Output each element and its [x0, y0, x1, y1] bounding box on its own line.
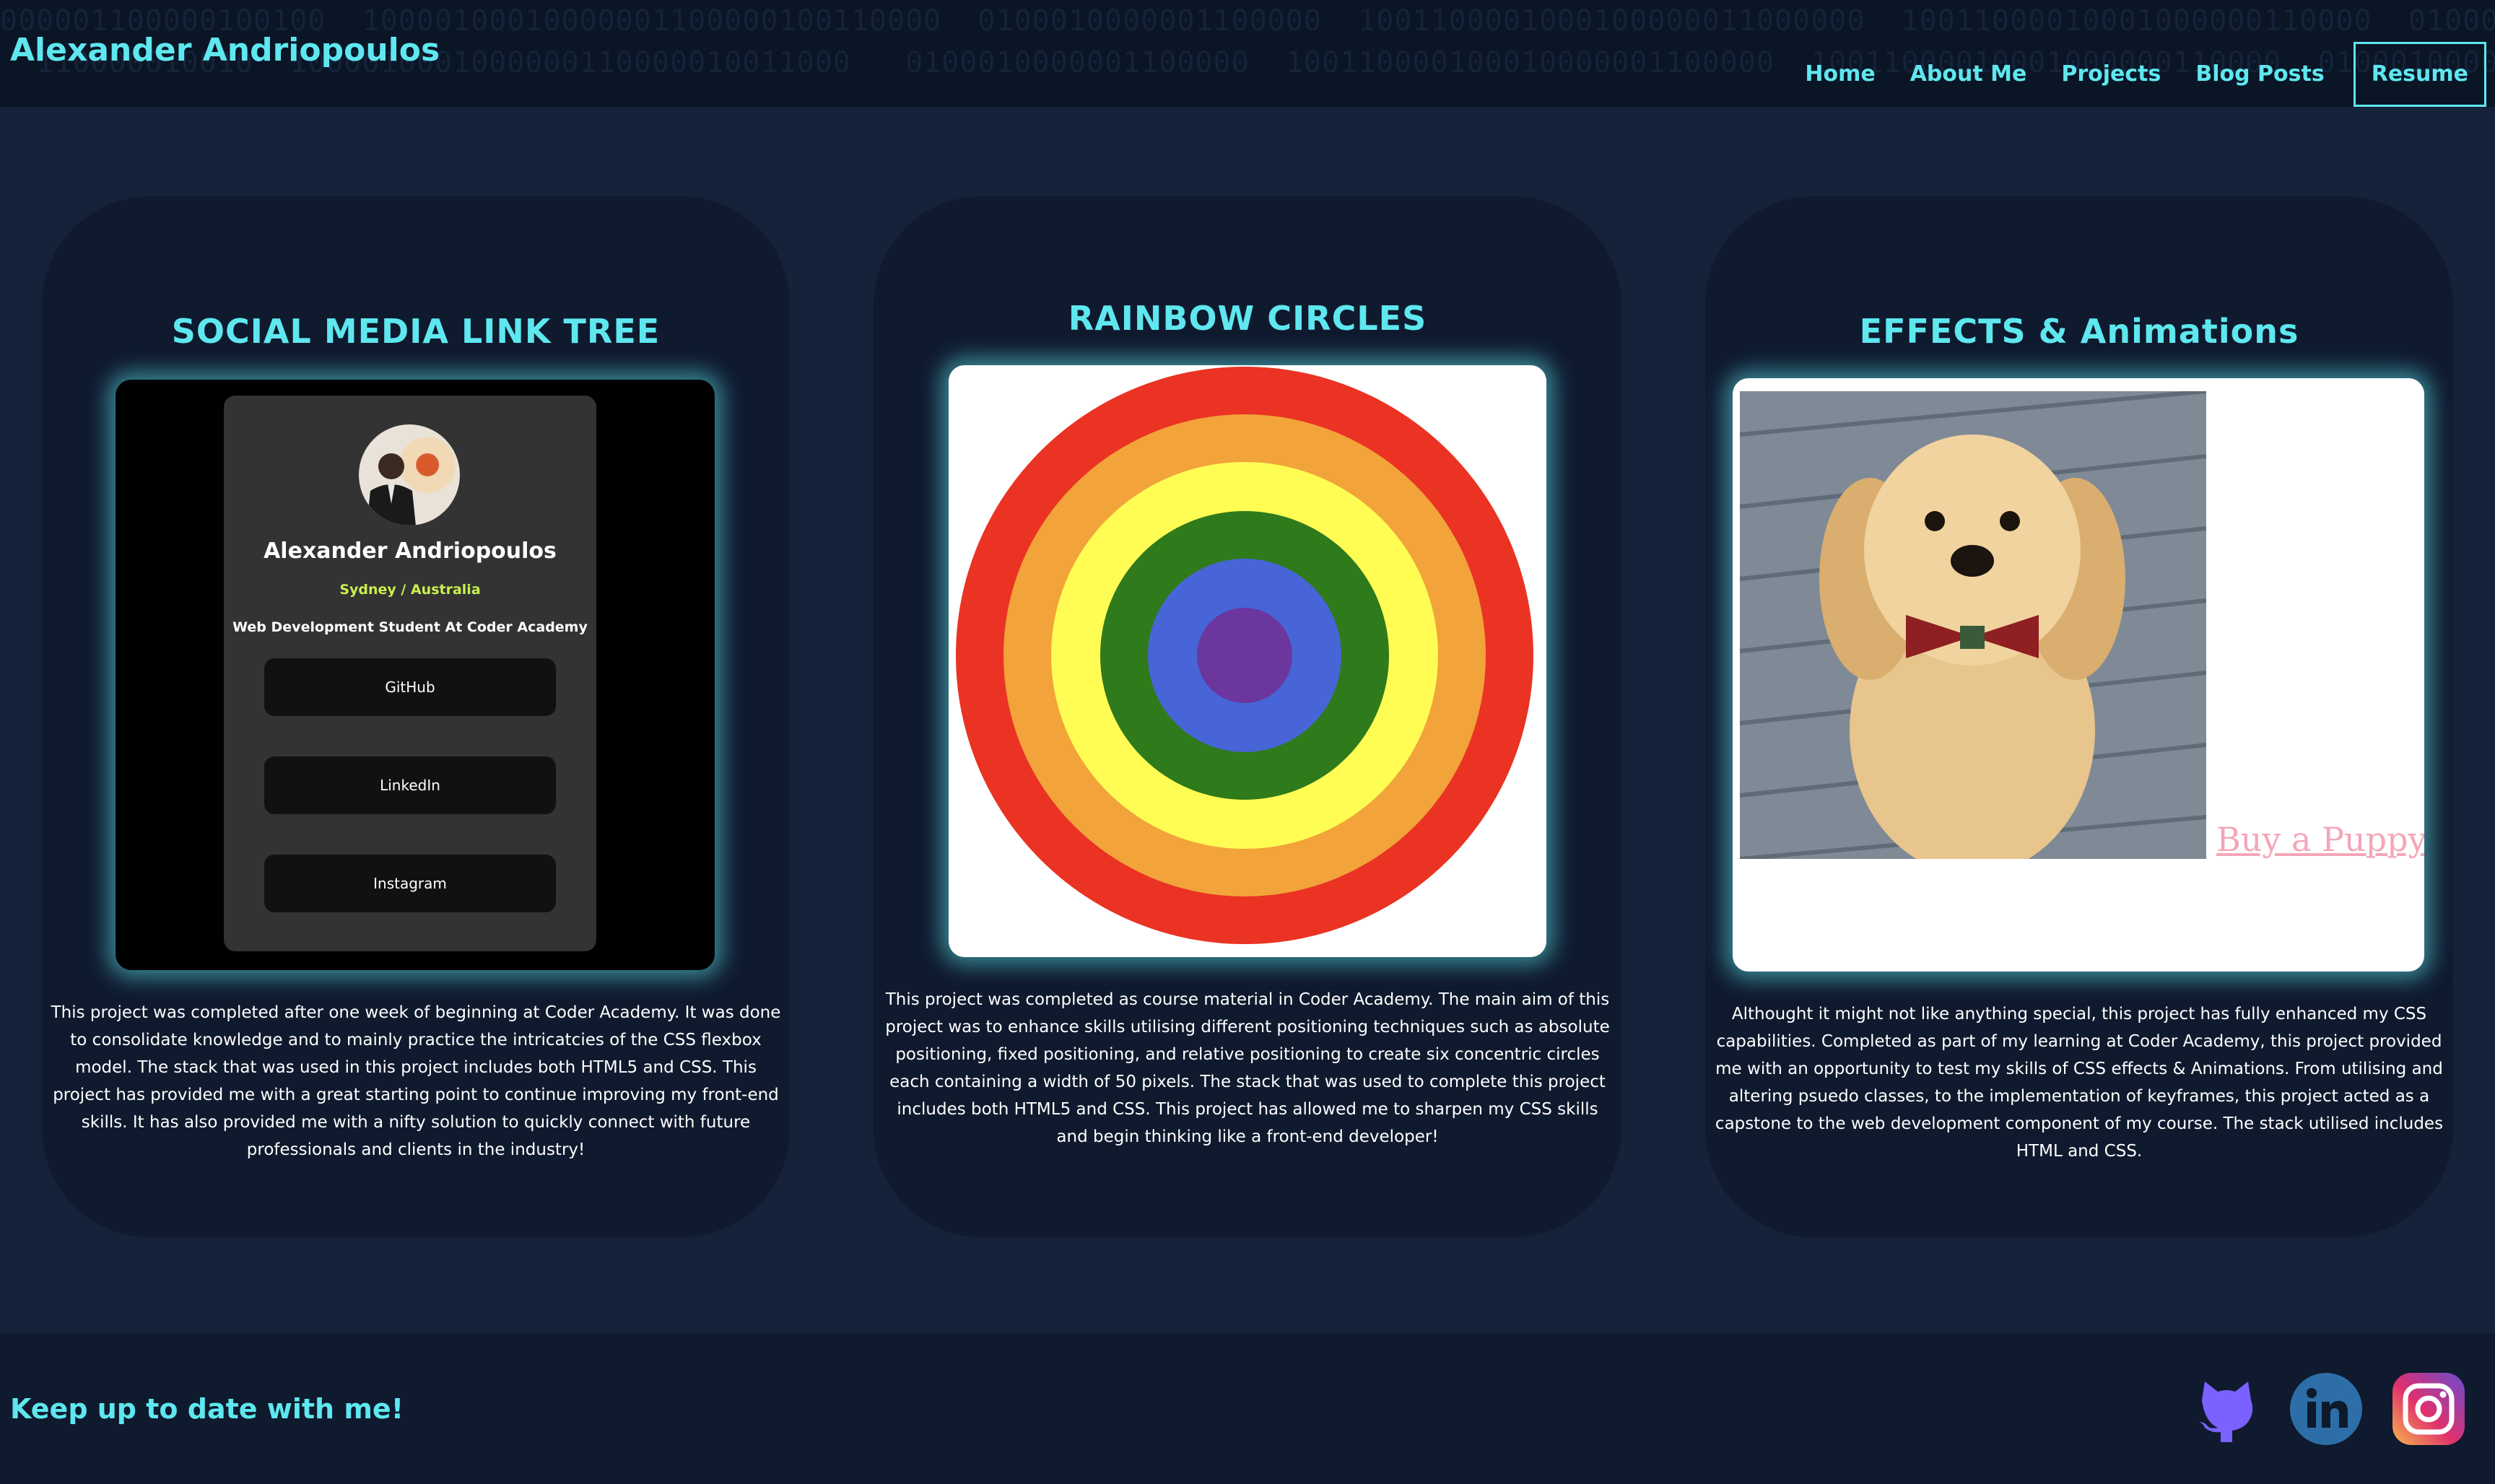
nav-links: Home About Me Projects Blog Posts Resume — [1805, 42, 2486, 107]
buy-a-puppy-link[interactable]: Buy a Puppy — [2216, 820, 2424, 859]
project-card-effects-animations: EFFECTS & Animations Buy a Puppy Althoug… — [1705, 196, 2453, 1237]
preview-linkedin-button[interactable]: LinkedIn — [264, 756, 556, 814]
preview-github-button[interactable]: GitHub — [264, 658, 556, 716]
linkedin-icon[interactable] — [2289, 1371, 2364, 1446]
nav-link-about-me[interactable]: About Me — [1910, 58, 2027, 90]
footer: Keep up to date with me! — [0, 1334, 2495, 1484]
site-brand[interactable]: Alexander Andriopoulos — [10, 29, 440, 72]
resume-button[interactable]: Resume — [2353, 42, 2486, 107]
instagram-icon[interactable] — [2391, 1371, 2466, 1446]
project-card-link-tree: SOCIAL MEDIA LINK TREE Alexander Andriop… — [42, 196, 790, 1237]
project-screenshot[interactable] — [949, 365, 1546, 957]
preview-location: Sydney / Australia — [339, 582, 481, 598]
project-description: This project was completed after one wee… — [51, 1003, 781, 1159]
project-title: SOCIAL MEDIA LINK TREE — [171, 312, 661, 351]
project-title: RAINBOW CIRCLES — [1068, 299, 1427, 338]
github-icon[interactable] — [2189, 1371, 2264, 1446]
footer-text: Keep up to date with me! — [10, 1393, 404, 1425]
preview-role: Web Development Student At Coder Academy — [232, 619, 588, 635]
link-tree-preview: Alexander Andriopoulos Sydney / Australi… — [224, 396, 596, 951]
project-card-rainbow-circles: RAINBOW CIRCLES This project was complet… — [874, 196, 1621, 1237]
nav-link-projects[interactable]: Projects — [2061, 58, 2161, 90]
rainbow-ring-6 — [1197, 608, 1292, 703]
project-description: Althought it might not like anything spe… — [1715, 1005, 2444, 1161]
puppy-image — [1740, 391, 2206, 859]
top-nav: 000001100000100100 100001000100000011000… — [0, 0, 2495, 107]
project-screenshot[interactable]: Buy a Puppy — [1733, 378, 2424, 972]
rainbow-circles-graphic — [956, 367, 1533, 944]
preview-name: Alexander Andriopoulos — [264, 538, 557, 564]
person-silhouette — [367, 453, 416, 525]
nav-link-home[interactable]: Home — [1805, 58, 1875, 90]
nav-link-blog-posts[interactable]: Blog Posts — [2195, 58, 2324, 90]
avatar — [359, 424, 460, 525]
project-screenshot[interactable]: Alexander Andriopoulos Sydney / Australi… — [116, 380, 715, 970]
preview-instagram-button[interactable]: Instagram — [264, 855, 556, 912]
project-description: This project was completed as course mat… — [885, 990, 1610, 1146]
project-title: EFFECTS & Animations — [1859, 312, 2299, 351]
